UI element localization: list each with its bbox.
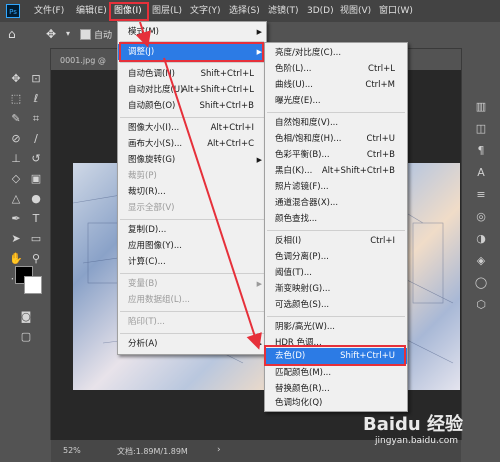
watermark-brand: Baidu 经验 [363, 414, 464, 435]
annotation-arrows [135, 21, 262, 350]
watermark: Baidu 经验 jingyan.baidu.com [355, 404, 495, 456]
annotation-arrow-to-desaturate [163, 57, 262, 350]
watermark-url: jingyan.baidu.com [375, 436, 459, 446]
annotation-arrow-to-adjust [135, 21, 151, 48]
